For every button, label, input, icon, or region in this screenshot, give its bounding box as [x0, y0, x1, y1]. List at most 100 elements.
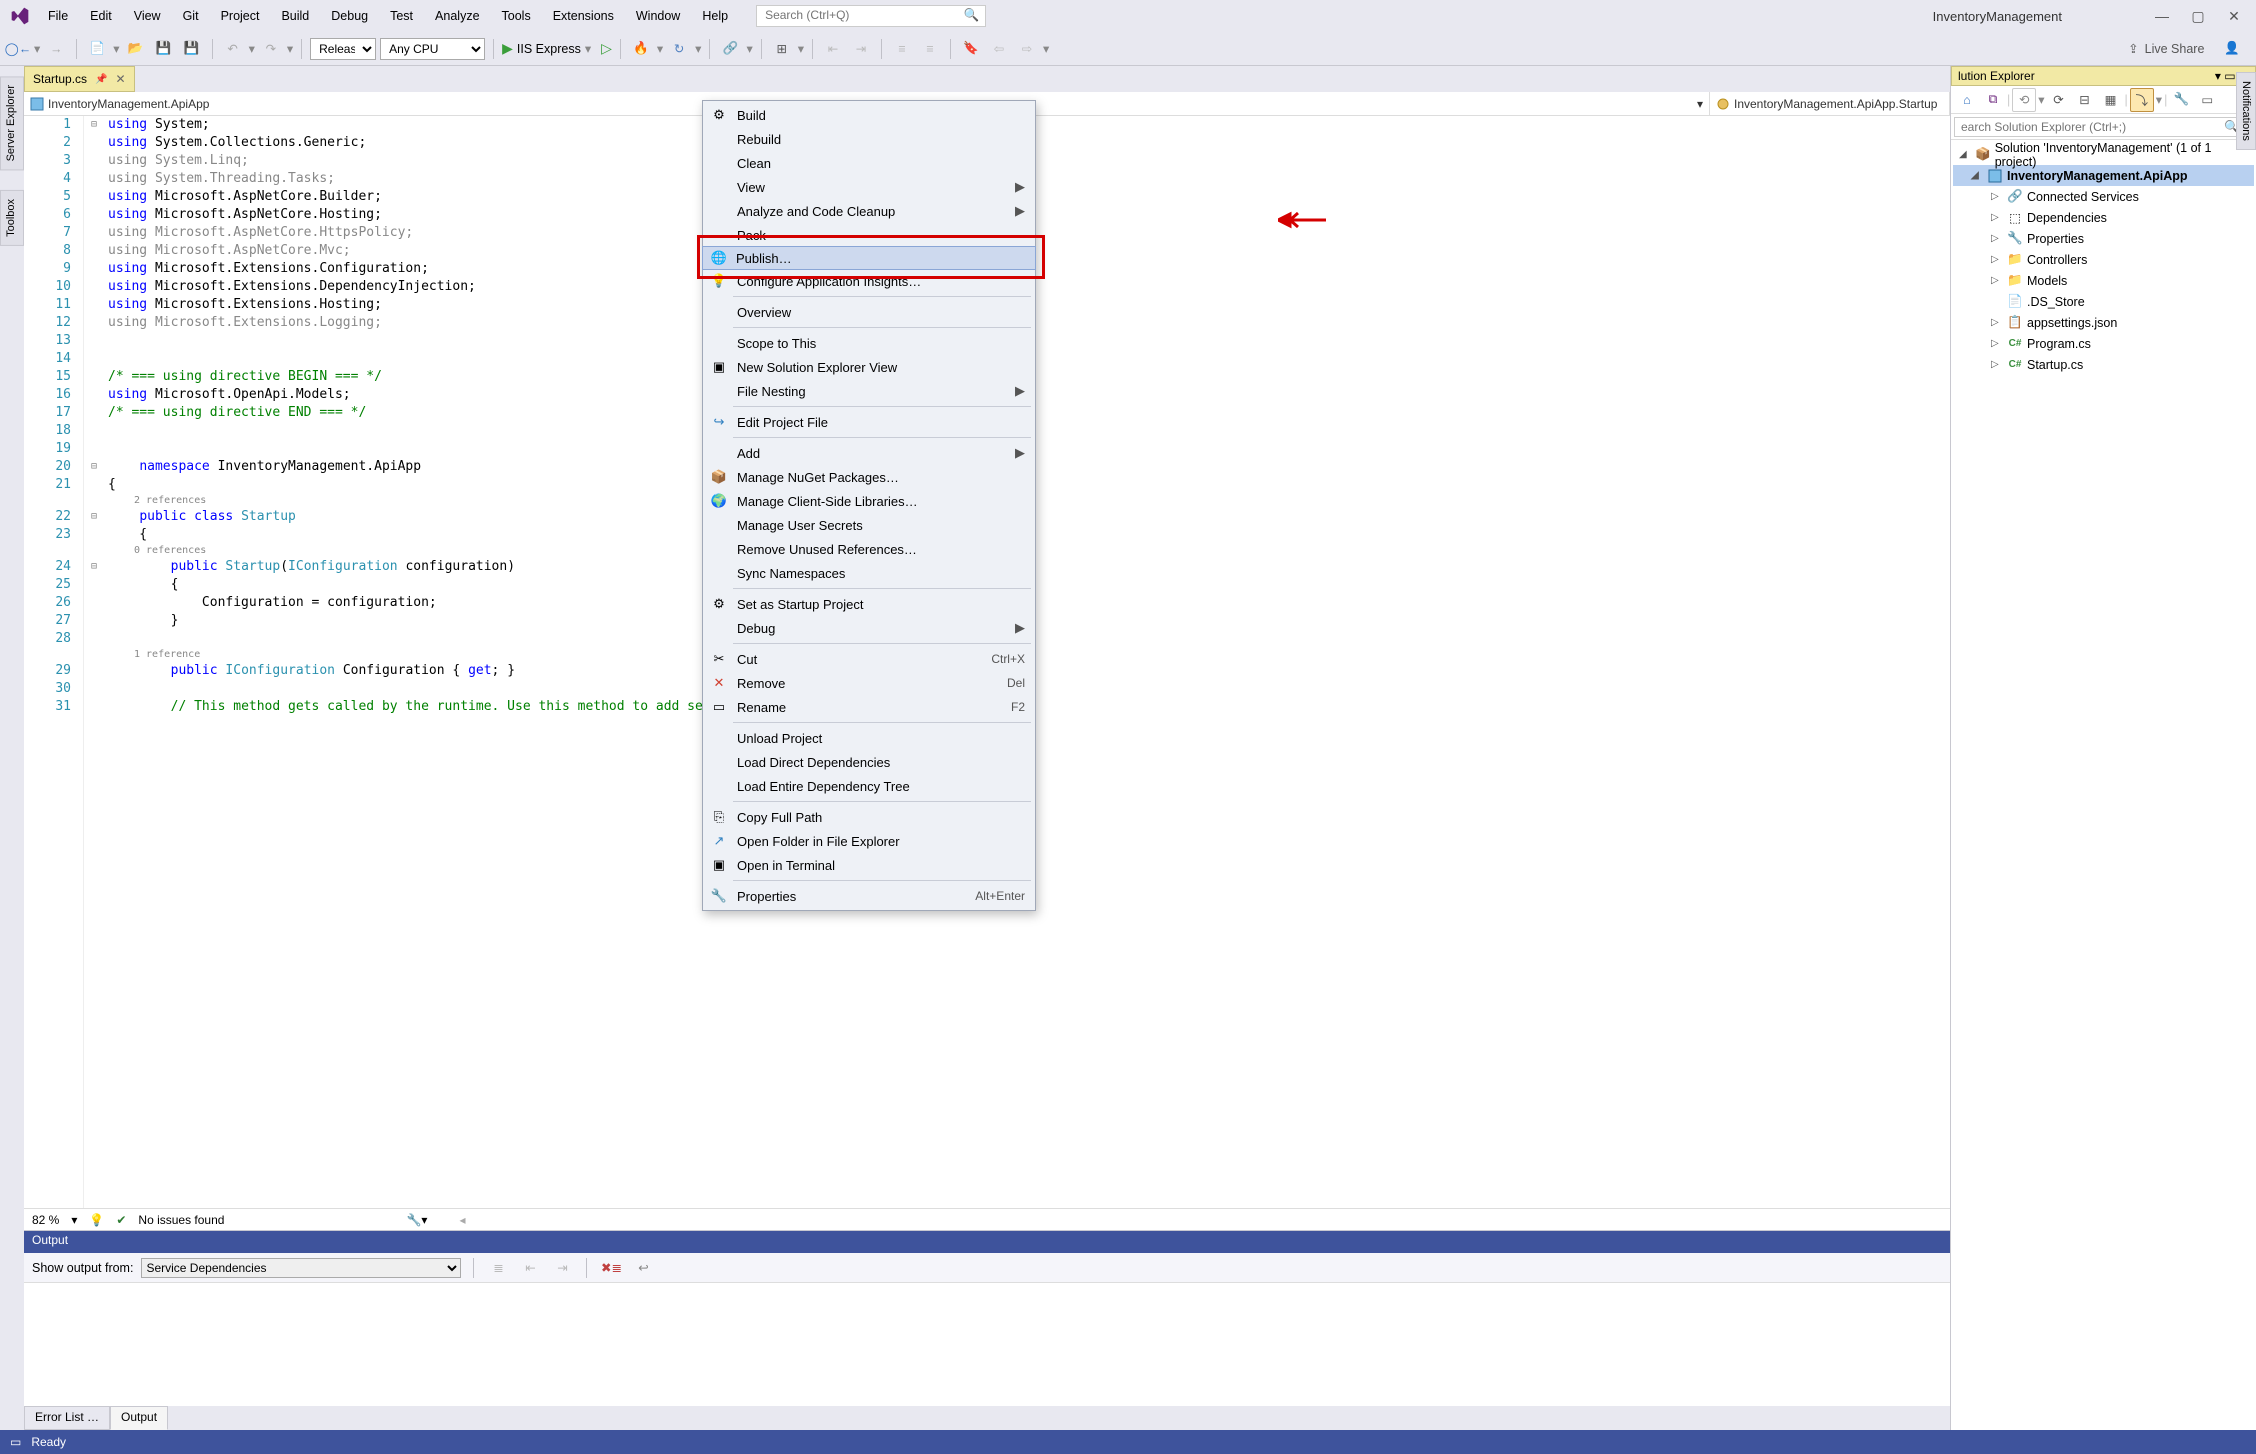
undo-icon[interactable]: ↶ [221, 37, 245, 61]
se-show-all-icon[interactable]: ▦ [2099, 88, 2123, 112]
ctx-analyze-and-code-cleanup[interactable]: Analyze and Code Cleanup▶ [703, 199, 1035, 223]
se-home-icon[interactable]: ⌂ [1955, 88, 1979, 112]
zoom-level[interactable]: 82 % [32, 1213, 59, 1227]
fold-toggle[interactable] [84, 296, 104, 314]
fold-toggle[interactable] [84, 476, 104, 494]
ctx-configure-application-insights-[interactable]: 💡Configure Application Insights… [703, 269, 1035, 293]
indent-icon[interactable]: ⇤ [821, 37, 845, 61]
ctx-overview[interactable]: Overview [703, 300, 1035, 324]
tab-output[interactable]: Output [110, 1406, 168, 1430]
fold-toggle[interactable] [84, 422, 104, 440]
fold-toggle[interactable] [84, 206, 104, 224]
ctx-view[interactable]: View▶ [703, 175, 1035, 199]
menu-project[interactable]: Project [211, 3, 270, 29]
browser-link-icon[interactable]: 🔗 [718, 37, 742, 61]
start-no-debug-icon[interactable]: ▷ [601, 40, 612, 57]
close-tab-icon[interactable]: ✕ [115, 72, 125, 86]
ctx-open-folder-in-file-explorer[interactable]: ↗Open Folder in File Explorer [703, 829, 1035, 853]
live-share-button[interactable]: ⇪ Live Share 👤 [2118, 41, 2250, 56]
output-clear-icon[interactable]: ✖≣ [599, 1256, 623, 1280]
se-collapse-icon[interactable]: ⊟ [2073, 88, 2097, 112]
se-maximize-icon[interactable]: ▭ [2224, 69, 2235, 83]
fold-toggle[interactable] [84, 260, 104, 278]
fold-toggle[interactable] [84, 314, 104, 332]
fold-toggle[interactable] [84, 662, 104, 680]
ctx-load-direct-dependencies[interactable]: Load Direct Dependencies [703, 750, 1035, 774]
se-back-icon[interactable]: ⟲ [2012, 88, 2036, 112]
ctx-unload-project[interactable]: Unload Project [703, 726, 1035, 750]
run-target[interactable]: IIS Express [517, 42, 581, 56]
fold-toggle[interactable] [84, 350, 104, 368]
expand-icon[interactable]: ▷ [1991, 275, 2003, 286]
node-connected-services[interactable]: ▷🔗Connected Services [1953, 186, 2254, 207]
tool-icon[interactable]: ⊞ [770, 37, 794, 61]
node-startup-cs[interactable]: ▷C#Startup.cs [1953, 354, 2254, 375]
fold-toggle[interactable] [84, 698, 104, 716]
expand-icon[interactable]: ▷ [1991, 233, 2003, 244]
quick-search[interactable]: 🔍 [756, 5, 986, 27]
expand-icon[interactable]: ▷ [1991, 191, 2003, 202]
menu-analyze[interactable]: Analyze [425, 3, 489, 29]
node--ds_store[interactable]: 📄.DS_Store [1953, 291, 2254, 312]
comment-icon[interactable]: ≡ [890, 37, 914, 61]
minimize-button[interactable]: — [2148, 8, 2176, 25]
fold-toggle[interactable] [84, 332, 104, 350]
expand-icon[interactable]: ▷ [1991, 338, 2003, 349]
uncomment-icon[interactable]: ≡ [918, 37, 942, 61]
solution-node[interactable]: ◢📦Solution 'InventoryManagement' (1 of 1… [1953, 144, 2254, 165]
menu-tools[interactable]: Tools [492, 3, 541, 29]
ctx-build[interactable]: ⚙Build [703, 103, 1035, 127]
save-all-icon[interactable]: 💾 [180, 37, 204, 61]
tab-errorlist[interactable]: Error List … [24, 1406, 110, 1430]
bookmark-icon[interactable]: 🔖 [959, 37, 983, 61]
expand-icon[interactable]: ▷ [1991, 254, 2003, 265]
se-switch-icon[interactable]: ⧉ [1981, 88, 2005, 112]
fold-toggle[interactable] [84, 612, 104, 630]
output-tool-icon[interactable]: ≣ [486, 1256, 510, 1280]
menu-edit[interactable]: Edit [80, 3, 122, 29]
tab-startup-cs[interactable]: Startup.cs 📌 ✕ [24, 66, 135, 92]
fold-toggle[interactable]: ⊟ [84, 116, 104, 134]
se-search[interactable]: 🔍▾ [1951, 114, 2256, 140]
fold-toggle[interactable]: ⊟ [84, 508, 104, 526]
search-input[interactable] [765, 8, 959, 22]
ctx-file-nesting[interactable]: File Nesting▶ [703, 379, 1035, 403]
ctx-clean[interactable]: Clean [703, 151, 1035, 175]
side-tab-toolbox[interactable]: Toolbox [0, 190, 24, 246]
next-bookmark-icon[interactable]: ⇨ [1015, 37, 1039, 61]
ctx-edit-project-file[interactable]: ↪Edit Project File [703, 410, 1035, 434]
redo-icon[interactable]: ↷ [259, 37, 283, 61]
expand-icon[interactable]: ▷ [1991, 317, 2003, 328]
fold-toggle[interactable] [84, 170, 104, 188]
pin-icon[interactable]: 📌 [95, 74, 107, 85]
fold-toggle[interactable] [84, 134, 104, 152]
fold-toggle[interactable] [84, 242, 104, 260]
se-properties-icon[interactable]: 🔧 [2169, 88, 2193, 112]
se-nest-icon[interactable]: ⤵ [2130, 88, 2154, 112]
screwdriver-icon[interactable]: 🔧▾ [406, 1213, 427, 1227]
ctx-publish-[interactable]: 🌐Publish… [702, 246, 1036, 270]
menu-extensions[interactable]: Extensions [543, 3, 624, 29]
node-models[interactable]: ▷📁Models [1953, 270, 2254, 291]
ctx-manage-client-side-libraries-[interactable]: 🌍Manage Client-Side Libraries… [703, 489, 1035, 513]
side-tab-server-explorer[interactable]: Server Explorer [0, 76, 24, 170]
outdent-icon[interactable]: ⇥ [849, 37, 873, 61]
open-icon[interactable]: 📂 [124, 37, 148, 61]
notifications-tab[interactable]: Notifications [2236, 72, 2256, 150]
node-controllers[interactable]: ▷📁Controllers [1953, 249, 2254, 270]
expand-icon[interactable]: ▷ [1991, 359, 2003, 370]
platform-dropdown[interactable]: Any CPU [380, 38, 485, 60]
ctx-sync-namespaces[interactable]: Sync Namespaces [703, 561, 1035, 585]
solution-tree[interactable]: ◢📦Solution 'InventoryManagement' (1 of 1… [1951, 140, 2256, 1430]
menu-help[interactable]: Help [692, 3, 738, 29]
menu-build[interactable]: Build [271, 3, 319, 29]
menu-file[interactable]: File [38, 3, 78, 29]
output-wrap-icon[interactable]: ↩ [631, 1256, 655, 1280]
ctx-scope-to-this[interactable]: Scope to This [703, 331, 1035, 355]
ctx-set-as-startup-project[interactable]: ⚙Set as Startup Project [703, 592, 1035, 616]
nav-type[interactable]: InventoryManagement.ApiApp.Startup [1710, 92, 1950, 115]
fold-toggle[interactable] [84, 576, 104, 594]
output-body[interactable] [24, 1283, 1950, 1406]
ctx-remove[interactable]: ✕RemoveDel [703, 671, 1035, 695]
ctx-new-solution-explorer-view[interactable]: ▣New Solution Explorer View [703, 355, 1035, 379]
